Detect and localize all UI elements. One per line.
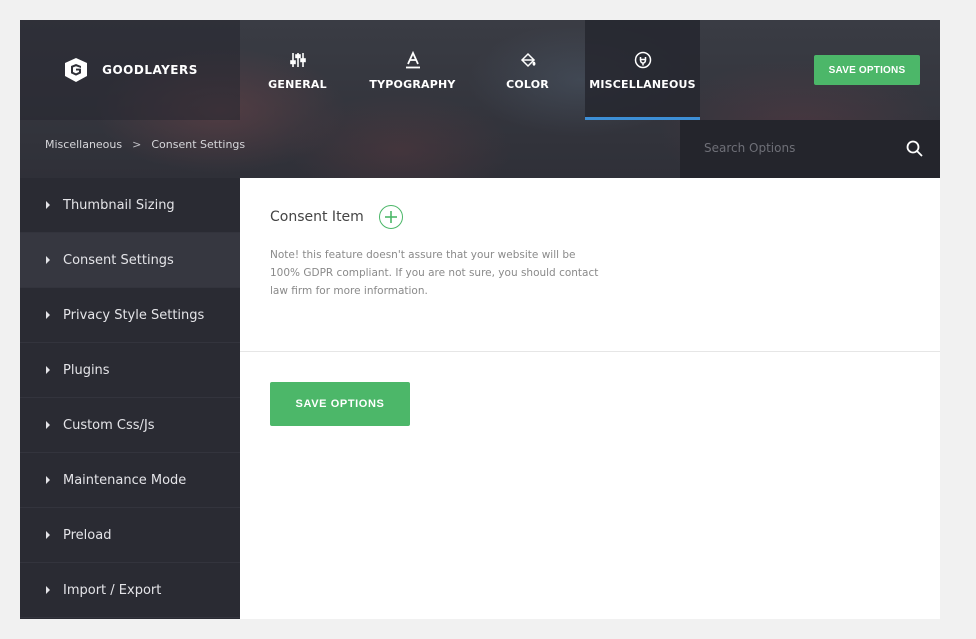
caret-right-icon — [46, 311, 50, 319]
tab-label: GENERAL — [268, 77, 327, 91]
paint-bucket-icon — [518, 50, 538, 70]
tab-label: MISCELLANEOUS — [589, 77, 696, 91]
breadcrumb-separator: > — [132, 138, 142, 151]
tab-label: COLOR — [506, 77, 549, 91]
main-content: Consent Item Note! this feature doesn't … — [240, 178, 940, 619]
caret-right-icon — [46, 476, 50, 484]
sidebar-item-label: Consent Settings — [63, 252, 174, 268]
search-icon[interactable] — [905, 139, 925, 159]
font-icon — [403, 50, 423, 70]
sidebar-item-custom-css-js[interactable]: Custom Css/Js — [20, 398, 240, 453]
sidebar-item-label: Maintenance Mode — [63, 472, 187, 488]
sidebar-item-consent-settings[interactable]: Consent Settings — [20, 233, 240, 288]
search-input[interactable] — [704, 138, 894, 158]
tab-label: TYPOGRAPHY — [369, 77, 456, 91]
plug-icon — [633, 50, 653, 70]
sidebar-item-label: Preload — [63, 527, 112, 543]
caret-right-icon — [46, 201, 50, 209]
tab-bar: GENERAL TYPOGRAPHY COLOR MISCELLANEOUS — [240, 20, 700, 120]
sidebar-item-label: Plugins — [63, 362, 110, 378]
breadcrumb-current: Consent Settings — [151, 138, 246, 151]
consent-item-title: Consent Item — [270, 209, 364, 225]
brand-name: GOODLAYERS — [102, 63, 198, 77]
theme-options-panel: GOODLAYERS GENERAL TYPOGRAPHY COLOR MISC… — [20, 20, 940, 619]
sidebar-item-import-export[interactable]: Import / Export — [20, 563, 240, 618]
caret-right-icon — [46, 586, 50, 594]
sidebar-item-label: Thumbnail Sizing — [63, 197, 175, 213]
sidebar-item-thumbnail-sizing[interactable]: Thumbnail Sizing — [20, 178, 240, 233]
caret-right-icon — [46, 256, 50, 264]
sidebar-item-label: Privacy Style Settings — [63, 307, 205, 323]
divider — [240, 351, 940, 352]
plus-circle-icon — [384, 211, 397, 223]
sidebar-item-preload[interactable]: Preload — [20, 508, 240, 563]
consent-item-row: Consent Item — [270, 205, 403, 229]
caret-right-icon — [46, 421, 50, 429]
tab-general[interactable]: GENERAL — [240, 20, 355, 120]
sidebar-item-privacy-style-settings[interactable]: Privacy Style Settings — [20, 288, 240, 343]
goodlayers-logo-icon — [65, 58, 88, 82]
add-consent-item-button[interactable] — [378, 205, 403, 229]
header: GOODLAYERS GENERAL TYPOGRAPHY COLOR MISC… — [20, 20, 940, 178]
sidebar: Thumbnail Sizing Consent Settings Privac… — [20, 178, 240, 619]
tab-typography[interactable]: TYPOGRAPHY — [355, 20, 470, 120]
sidebar-item-label: Custom Css/Js — [63, 417, 155, 433]
sidebar-item-label: Import / Export — [63, 582, 162, 598]
breadcrumb-parent[interactable]: Miscellaneous — [45, 138, 122, 151]
sidebar-item-plugins[interactable]: Plugins — [20, 343, 240, 398]
breadcrumb: Miscellaneous > Consent Settings — [45, 138, 245, 151]
search-box — [680, 120, 940, 178]
gdpr-note: Note! this feature doesn't assure that y… — [270, 249, 599, 297]
tab-miscellaneous[interactable]: MISCELLANEOUS — [585, 20, 700, 120]
sidebar-item-maintenance-mode[interactable]: Maintenance Mode — [20, 453, 240, 508]
header-save-options-button[interactable]: SAVE OPTIONS — [814, 55, 920, 85]
brand: GOODLAYERS — [20, 20, 240, 120]
tab-color[interactable]: COLOR — [470, 20, 585, 120]
caret-right-icon — [46, 366, 50, 374]
save-options-button[interactable]: SAVE OPTIONS — [270, 382, 410, 426]
sliders-icon — [288, 50, 308, 70]
caret-right-icon — [46, 531, 50, 539]
